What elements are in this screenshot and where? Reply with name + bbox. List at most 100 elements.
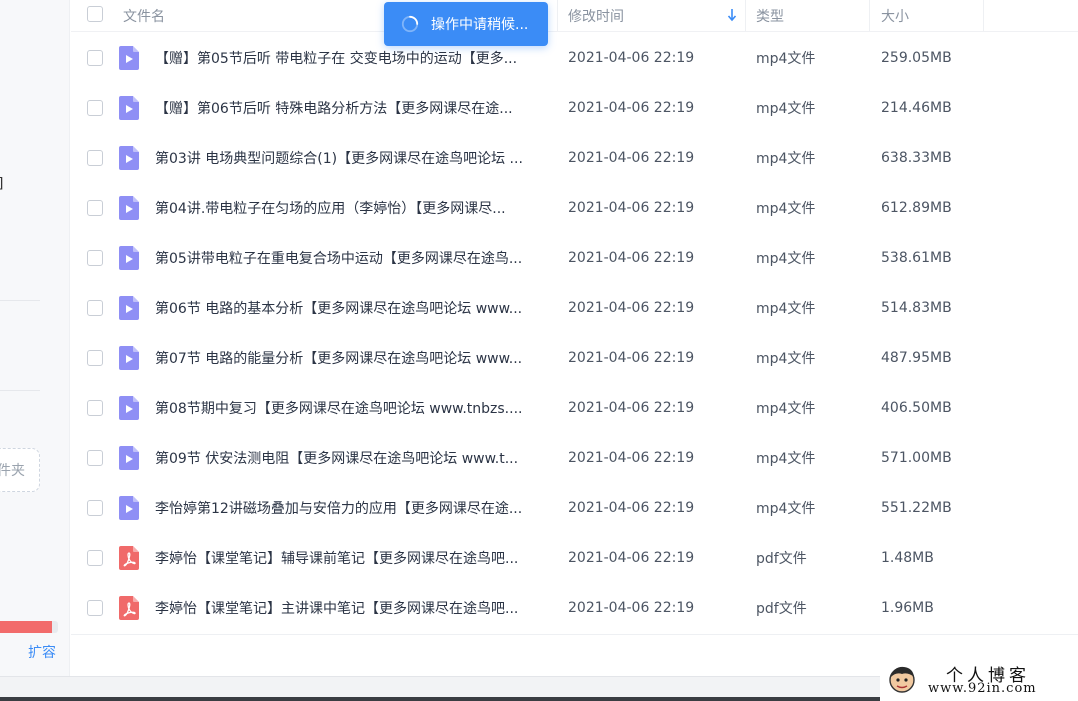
new-folder-button[interactable]: 件夹 [0,448,40,492]
file-type: mp4文件 [756,201,816,217]
column-separator[interactable] [869,0,870,31]
column-header-type[interactable]: 类型 [756,0,784,31]
row-checkbox[interactable] [87,600,103,616]
file-row[interactable]: 李怡婷第12讲磁场叠加与安倍力的应用【更多网课尽在途... 2021-04-06 … [71,483,1078,533]
file-size: 214.46MB [881,100,952,116]
file-modified-time: 2021-04-06 22:19 [568,450,695,466]
list-footer-divider [71,634,1078,635]
file-modified-time: 2021-04-06 22:19 [568,600,695,616]
new-folder-label: 件夹 [0,463,25,479]
file-list-header: 文件名 修改时间 类型 大小 [71,0,1078,32]
file-modified-time: 2021-04-06 22:19 [568,350,695,366]
row-checkbox[interactable] [87,500,103,516]
file-modified-time: 2021-04-06 22:19 [568,400,695,416]
file-type: mp4文件 [756,401,816,417]
watermark-url: www.92in.com [928,681,1037,696]
file-modified-time: 2021-04-06 22:19 [568,500,695,516]
blog-watermark: 个人博客 www.92in.com [880,660,1078,701]
row-checkbox[interactable] [87,450,103,466]
video-file-icon [119,246,139,270]
file-size: 612.89MB [881,200,952,216]
file-row[interactable]: 【赠】第06节后听 特殊电路分析方法【更多网课尽在途... 2021-04-06 … [71,83,1078,133]
file-type: mp4文件 [756,251,816,267]
file-type: pdf文件 [756,551,807,567]
row-checkbox[interactable] [87,250,103,266]
column-separator[interactable] [557,0,558,31]
row-checkbox[interactable] [87,550,103,566]
file-name[interactable]: 第05讲带电粒子在重电复合场中运动【更多网课尽在途鸟... [155,233,550,283]
file-row[interactable]: 李婷怡【课堂笔记】辅导课前笔记【更多网课尽在途鸟吧... 2021-04-06 2… [71,533,1078,583]
sidebar-divider [0,300,40,301]
loading-toast-text: 操作中请稍候... [431,17,529,33]
file-modified-time: 2021-04-06 22:19 [568,50,695,66]
video-file-icon [119,446,139,470]
file-row[interactable]: 第08节期中复习【更多网课尽在途鸟吧论坛 www.tnbzs.... 2021-0… [71,383,1078,433]
file-row[interactable]: 第05讲带电粒子在重电复合场中运动【更多网课尽在途鸟... 2021-04-06 … [71,233,1078,283]
file-row[interactable]: 第09节 伏安法测电阻【更多网课尽在途鸟吧论坛 www.t... 2021-04-… [71,433,1078,483]
select-all-checkbox[interactable] [87,6,103,22]
file-modified-time: 2021-04-06 22:19 [568,100,695,116]
file-modified-time: 2021-04-06 22:19 [568,150,695,166]
row-checkbox[interactable] [87,150,103,166]
file-row[interactable]: 第07节 电路的能量分析【更多网课尽在途鸟吧论坛 www... 2021-04-0… [71,333,1078,383]
file-type: mp4文件 [756,101,816,117]
file-row[interactable]: 【赠】第05节后听 带电粒子在 交变电场中的运动【更多... 2021-04-06… [71,33,1078,83]
sidebar-divider [0,390,40,391]
file-size: 538.61MB [881,250,952,266]
file-type: pdf文件 [756,601,807,617]
file-size: 571.00MB [881,450,952,466]
file-type: mp4文件 [756,351,816,367]
file-size: 487.95MB [881,350,952,366]
file-name[interactable]: 第08节期中复习【更多网课尽在途鸟吧论坛 www.tnbzs.... [155,383,550,433]
column-header-modified-label: 修改时间 [568,8,624,25]
expand-storage-link[interactable]: 扩容 [28,642,56,662]
file-name[interactable]: 第04讲.带电粒子在匀场的应用（李婷怡）【更多网课尽... [155,183,550,233]
file-row[interactable]: 第03讲 电场典型问题综合(1)【更多网课尽在途鸟吧论坛 ... 2021-04-… [71,133,1078,183]
column-header-name-label: 文件名 [123,8,165,25]
column-header-size-label: 大小 [881,8,909,25]
file-name[interactable]: 李婷怡【课堂笔记】主讲课中笔记【更多网课尽在途鸟吧... [155,583,550,633]
file-size: 259.05MB [881,50,952,66]
sidebar-cropped-text: ] [0,176,3,192]
file-type: mp4文件 [756,151,816,167]
file-name[interactable]: 【赠】第06节后听 特殊电路分析方法【更多网课尽在途... [155,83,550,133]
file-name[interactable]: 李怡婷第12讲磁场叠加与安倍力的应用【更多网课尽在途... [155,483,550,533]
loading-spinner-icon [401,15,419,33]
file-row[interactable]: 第06节 电路的基本分析【更多网课尽在途鸟吧论坛 www... 2021-04-0… [71,283,1078,333]
file-type: mp4文件 [756,501,816,517]
column-header-name[interactable]: 文件名 [123,0,165,31]
row-checkbox[interactable] [87,400,103,416]
video-file-icon [119,46,139,70]
file-name[interactable]: 第07节 电路的能量分析【更多网课尽在途鸟吧论坛 www... [155,333,550,383]
sort-descending-icon[interactable] [726,8,738,22]
video-file-icon [119,396,139,420]
row-checkbox[interactable] [87,300,103,316]
video-file-icon [119,496,139,520]
column-header-size[interactable]: 大小 [881,0,909,31]
file-size: 638.33MB [881,150,952,166]
column-header-type-label: 类型 [756,8,784,25]
file-type: mp4文件 [756,301,816,317]
video-file-icon [119,346,139,370]
row-checkbox[interactable] [87,350,103,366]
file-type: mp4文件 [756,51,816,67]
file-modified-time: 2021-04-06 22:19 [568,550,695,566]
file-modified-time: 2021-04-06 22:19 [568,250,695,266]
file-row[interactable]: 第04讲.带电粒子在匀场的应用（李婷怡）【更多网课尽... 2021-04-06 … [71,183,1078,233]
row-checkbox[interactable] [87,100,103,116]
file-name[interactable]: 第06节 电路的基本分析【更多网课尽在途鸟吧论坛 www... [155,283,550,333]
row-checkbox[interactable] [87,50,103,66]
file-name[interactable]: 【赠】第05节后听 带电粒子在 交变电场中的运动【更多... [155,33,550,83]
column-header-modified[interactable]: 修改时间 [568,0,624,31]
file-modified-time: 2021-04-06 22:19 [568,300,695,316]
file-size: 1.96MB [881,600,934,616]
file-name[interactable]: 第03讲 电场典型问题综合(1)【更多网课尽在途鸟吧论坛 ... [155,133,550,183]
file-size: 406.50MB [881,400,952,416]
file-name[interactable]: 第09节 伏安法测电阻【更多网课尽在途鸟吧论坛 www.t... [155,433,550,483]
file-row[interactable]: 李婷怡【课堂笔记】主讲课中笔记【更多网课尽在途鸟吧... 2021-04-06 2… [71,583,1078,633]
file-name[interactable]: 李婷怡【课堂笔记】辅导课前笔记【更多网课尽在途鸟吧... [155,533,550,583]
column-separator[interactable] [745,0,746,31]
column-separator[interactable] [983,0,984,31]
video-file-icon [119,96,139,120]
row-checkbox[interactable] [87,200,103,216]
